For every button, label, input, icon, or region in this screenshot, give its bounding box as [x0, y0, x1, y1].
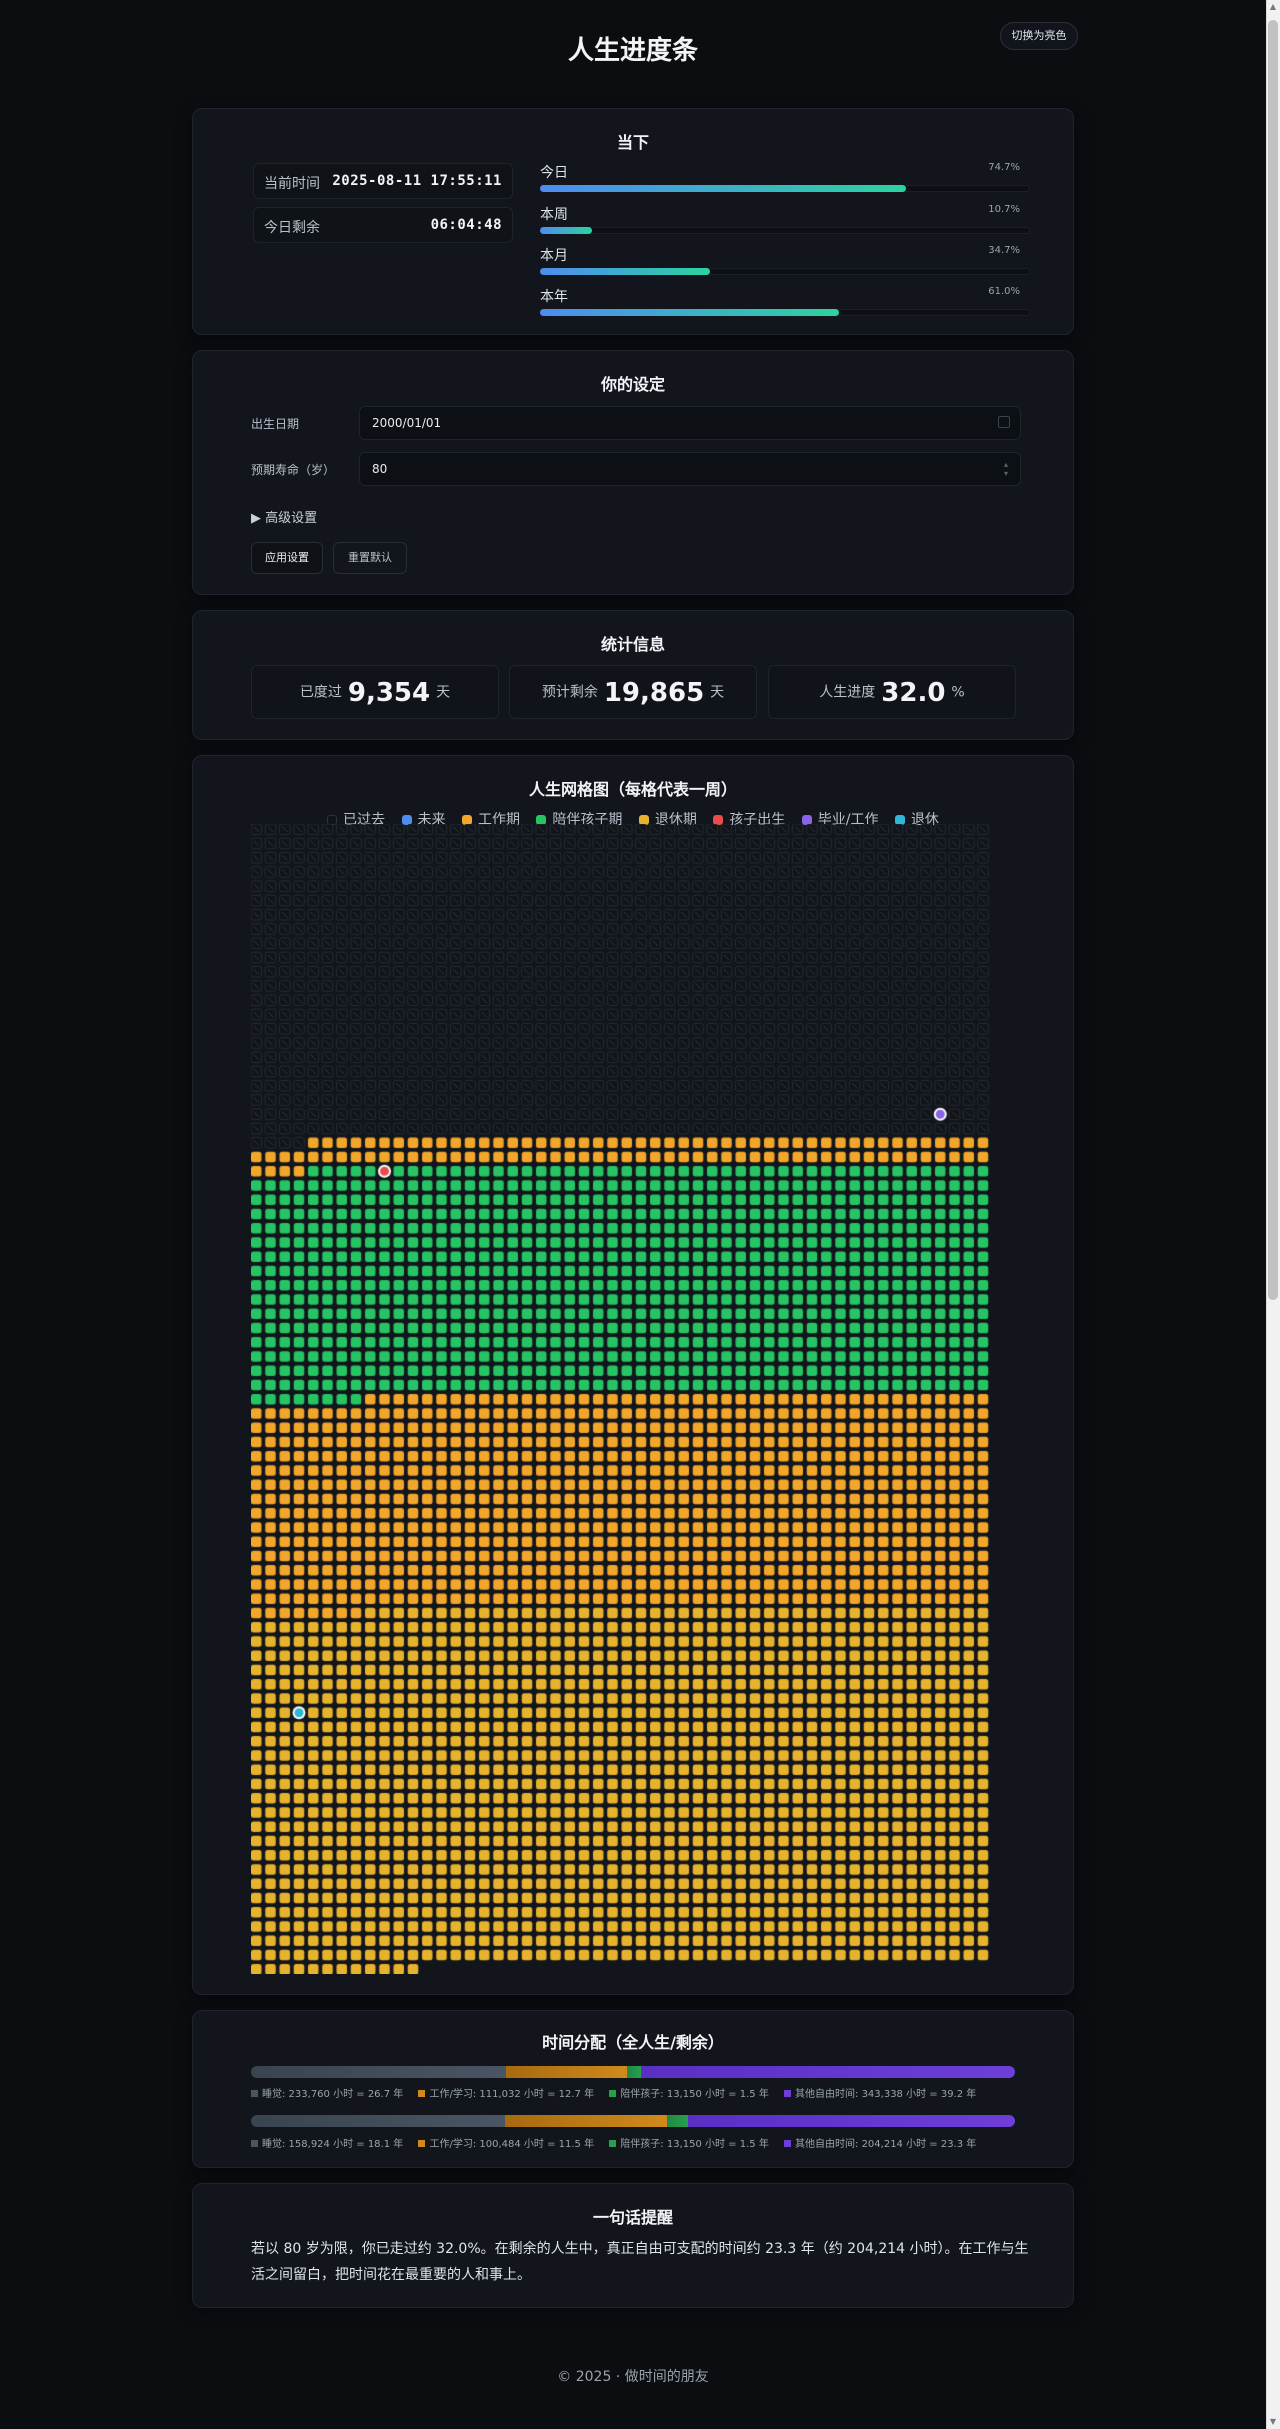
footer: © 2025 · 做时间的朋友: [557, 2369, 709, 2385]
time-legend-item: 陪伴孩子: 13,150 小时 = 1.5 年: [609, 2089, 769, 2100]
now-title: 当下: [616, 133, 649, 152]
progress-fill: [540, 268, 711, 275]
scroll-down-arrow[interactable]: ▼: [1267, 2415, 1279, 2429]
time-bar-segment: [505, 2066, 627, 2078]
stats-card: 统计信息 已度过 9,354 天 预计剩余 19,865 天 人生进度 32.0%: [192, 610, 1074, 740]
life-expectancy-value: 80: [372, 462, 388, 476]
time-legend-item: 陪伴孩子: 13,150 小时 = 1.5 年: [609, 2139, 769, 2150]
advanced-settings-toggle[interactable]: ▶ 高级设置: [251, 507, 317, 526]
progress-fill: [540, 309, 839, 316]
time-allocation-title: 时间分配（全人生/剩余）: [542, 2033, 724, 2052]
stat-label: 人生进度: [819, 684, 876, 701]
progress-track: [540, 227, 1030, 234]
stat-life-progress: 人生进度 32.0%: [768, 665, 1016, 719]
stats-title: 统计信息: [600, 635, 665, 654]
time-bar-segment: [505, 2115, 667, 2127]
spinner-icon[interactable]: ▴ ▾: [1004, 460, 1012, 478]
stat-value: 9,354: [347, 677, 431, 708]
progress-percent: 61.0%: [988, 286, 1020, 297]
progress-percent: 10.7%: [988, 204, 1020, 215]
progress-fill: [540, 227, 593, 234]
life-grid-title: 人生网格图（每格代表一周）: [528, 780, 737, 799]
progress-percent: 74.7%: [988, 162, 1020, 173]
stat-value: 19,865: [603, 677, 705, 708]
progress-label: 本年: [540, 289, 568, 305]
progress-fill: [540, 185, 907, 192]
stat-passed: 已度过 9,354 天: [251, 665, 499, 719]
time-legend-lifetime: 睡觉: 233,760 小时 = 26.7 年 工作/学习: 111,032 小…: [251, 2085, 1031, 2100]
stat-label: 已度过: [299, 684, 342, 701]
time-legend-item: 睡觉: 233,760 小时 = 26.7 年: [251, 2089, 403, 2100]
current-time-value: 2025-08-11 17:55:11: [332, 173, 502, 189]
progress-label: 今日: [540, 165, 568, 181]
birth-date-label: 出生日期: [251, 417, 300, 431]
now-card: 当下 当前时间 2025-08-11 17:55:11 今日剩余 06:04:4…: [192, 108, 1074, 335]
birth-date-value: 2000/01/01: [372, 416, 442, 430]
birth-date-input[interactable]: 2000/01/01: [359, 406, 1021, 440]
time-bar-segment: [251, 2115, 506, 2127]
time-bar-remaining: [251, 2115, 1015, 2127]
time-bar-segment: [626, 2066, 642, 2078]
time-bar-segment: [666, 2115, 688, 2127]
remaining-value: 06:04:48: [430, 217, 502, 233]
remaining-label: 今日剩余: [264, 220, 320, 236]
time-legend-item: 睡觉: 158,924 小时 = 18.1 年: [251, 2139, 403, 2150]
progress-month: 本月 34.7%: [530, 245, 1030, 287]
progress-week: 本周 10.7%: [530, 204, 1030, 246]
progress-today: 今日 74.7%: [530, 162, 1030, 204]
scroll-up-arrow[interactable]: ▲: [1267, 0, 1279, 14]
time-legend-item: 其他自由时间: 343,338 小时 = 39.2 年: [784, 2089, 976, 2100]
scrollbar-thumb[interactable]: [1268, 20, 1278, 1300]
time-legend-remaining: 睡觉: 158,924 小时 = 18.1 年 工作/学习: 100,484 小…: [251, 2135, 1031, 2150]
time-legend-item: 其他自由时间: 204,214 小时 = 23.3 年: [784, 2139, 976, 2150]
stat-unit: 天: [436, 684, 451, 701]
stat-value: 32.0: [881, 677, 946, 708]
time-bar-lifetime: [251, 2066, 1015, 2078]
remaining-row: 今日剩余 06:04:48: [253, 207, 513, 243]
settings-card: 你的设定 出生日期 2000/01/01 预期寿命（岁） 80 ▴ ▾ ▶ 高级设…: [192, 350, 1074, 595]
current-time-label: 当前时间: [264, 176, 320, 192]
progress-label: 本月: [540, 248, 568, 264]
life-grid-canvas[interactable]: [251, 824, 993, 1974]
stat-remaining: 预计剩余 19,865 天: [509, 665, 757, 719]
reminder-title: 一句话提醒: [592, 2208, 673, 2227]
current-time-row: 当前时间 2025-08-11 17:55:11: [253, 163, 513, 199]
time-bar-segment: [687, 2115, 1015, 2127]
progress-percent: 34.7%: [988, 245, 1020, 256]
progress-year: 本年 61.0%: [530, 286, 1030, 328]
life-expectancy-label: 预期寿命（岁）: [251, 463, 336, 477]
apply-settings-button[interactable]: 应用设置: [251, 542, 323, 574]
time-legend-item: 工作/学习: 100,484 小时 = 11.5 年: [418, 2139, 594, 2150]
reminder-card: 一句话提醒 若以 80 岁为限，你已走过约 32.0%。在剩余的人生中，真正自由…: [192, 2183, 1074, 2308]
life-expectancy-input[interactable]: 80 ▴ ▾: [359, 452, 1021, 486]
time-bar-segment: [251, 2066, 506, 2078]
stat-unit: 天: [710, 684, 725, 701]
progress-label: 本周: [540, 207, 568, 223]
time-allocation-card: 时间分配（全人生/剩余） 睡觉: 233,760 小时 = 26.7 年 工作/…: [192, 2010, 1074, 2168]
reset-default-button[interactable]: 重置默认: [333, 542, 407, 574]
stat-unit: %: [951, 684, 965, 701]
life-grid-card: 人生网格图（每格代表一周） 已过去 未来 工作期 陪伴孩子期 退休期 孩子出生 …: [192, 755, 1074, 1995]
stat-label: 预计剩余: [541, 684, 598, 701]
time-legend-item: 工作/学习: 111,032 小时 = 12.7 年: [418, 2089, 594, 2100]
calendar-icon[interactable]: [998, 416, 1010, 428]
theme-toggle-button[interactable]: 切换为亮色: [1000, 22, 1078, 50]
reminder-text: 若以 80 岁为限，你已走过约 32.0%。在剩余的人生中，真正自由可支配的时间…: [251, 2241, 1029, 2283]
settings-title: 你的设定: [600, 375, 665, 394]
time-bar-segment: [641, 2066, 1015, 2078]
